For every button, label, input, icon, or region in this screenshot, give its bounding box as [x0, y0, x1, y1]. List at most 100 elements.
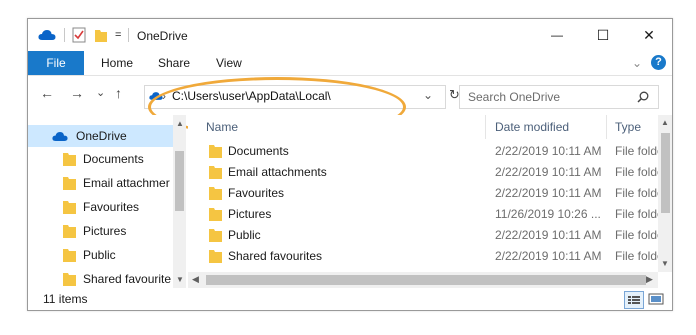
nav-item-label: Documents	[83, 152, 144, 166]
nav-item-shared-favourites[interactable]: Shared favourite	[28, 268, 173, 288]
column-divider[interactable]	[606, 115, 607, 139]
properties-checkbox-icon[interactable]	[72, 27, 86, 43]
folder-icon	[209, 145, 222, 158]
file-name: Pictures	[228, 207, 272, 221]
file-row[interactable]: Documents 2/22/2019 10:11 AM File folder	[188, 141, 668, 162]
column-divider[interactable]	[485, 115, 486, 139]
tab-share[interactable]: Share	[158, 56, 190, 70]
file-row[interactable]: Pictures 11/26/2019 10:26 ... File folde…	[188, 204, 668, 225]
search-icon[interactable]	[637, 91, 649, 103]
nav-item-onedrive[interactable]: OneDrive	[28, 125, 173, 147]
file-list: Name Date modified Type Documents 2/22/2…	[188, 115, 672, 288]
large-icons-view-icon	[648, 293, 664, 305]
file-name: Documents	[228, 144, 289, 158]
file-row[interactable]: Shared favourites 2/22/2019 10:11 AM Fil…	[188, 246, 668, 267]
item-count: 11 items	[43, 292, 88, 306]
nav-item-pictures[interactable]: Pictures	[28, 220, 173, 242]
content-scrollbar-thumb[interactable]	[661, 133, 670, 213]
navigation-pane: OneDrive Documents Email attachmer Favou…	[28, 115, 186, 288]
details-view-button[interactable]	[624, 291, 644, 309]
nav-item-public[interactable]: Public	[28, 244, 173, 266]
file-name: Public	[228, 228, 261, 242]
file-date: 2/22/2019 10:11 AM	[495, 144, 602, 158]
tab-home[interactable]: Home	[101, 56, 133, 70]
horizontal-scrollbar-thumb[interactable]	[206, 275, 646, 285]
nav-item-label: Shared favourite	[83, 272, 172, 286]
column-header-date[interactable]: Date modified	[495, 115, 569, 139]
file-date: 2/22/2019 10:11 AM	[495, 249, 602, 263]
scroll-up-icon[interactable]: ▲	[661, 118, 669, 127]
nav-item-label: Favourites	[83, 200, 140, 214]
minimize-icon: —	[551, 28, 563, 42]
forward-arrow-icon: →	[70, 85, 84, 101]
scroll-left-icon[interactable]: ◀	[192, 274, 199, 285]
folder-icon	[209, 208, 222, 221]
quick-access-dropdown[interactable]: =	[115, 27, 121, 43]
file-date: 11/26/2019 10:26 ...	[495, 207, 601, 221]
ribbon-tabs: File Home Share View ⌄ ?	[28, 51, 672, 76]
ribbon-expand-chevron-icon[interactable]: ⌄	[632, 56, 642, 70]
title-separator	[64, 28, 65, 42]
folder-icon	[209, 187, 222, 200]
nav-item-label: Pictures	[83, 224, 127, 238]
search-box[interactable]: Search OneDrive	[459, 85, 659, 109]
nav-item-email-attachments[interactable]: Email attachmer	[28, 172, 173, 194]
nav-item-favourites[interactable]: Favourites	[28, 196, 173, 218]
folder-icon	[63, 249, 76, 262]
nav-scrollbar-thumb[interactable]	[175, 151, 184, 211]
folder-icon	[63, 201, 76, 214]
folder-icon	[63, 177, 76, 190]
breadcrumb-separator-icon: ›	[162, 89, 166, 103]
tab-view[interactable]: View	[216, 56, 242, 70]
address-bar[interactable]: › C:\Users\user\AppData\Local\ ⌄	[144, 85, 446, 109]
file-row[interactable]: Email attachments 2/22/2019 10:11 AM Fil…	[188, 162, 668, 183]
folder-icon	[209, 250, 222, 263]
folder-icon	[63, 273, 76, 286]
file-name: Email attachments	[228, 165, 327, 179]
folder-icon	[209, 229, 222, 242]
explorer-window: = OneDrive — ☐ ✕ File Home Share View ⌄ …	[27, 18, 673, 311]
content-vertical-scrollbar[interactable]: ▲ ▼	[658, 115, 672, 272]
column-header-name[interactable]: Name	[206, 115, 238, 139]
up-arrow-icon: ↑	[115, 85, 122, 101]
file-date: 2/22/2019 10:11 AM	[495, 228, 602, 242]
column-header-type[interactable]: Type	[615, 115, 641, 139]
scroll-down-icon[interactable]: ▼	[661, 259, 669, 268]
folder-icon	[209, 166, 222, 179]
large-icons-view-button[interactable]	[647, 291, 665, 307]
status-bar: 11 items	[28, 289, 672, 310]
file-row[interactable]: Public 2/22/2019 10:11 AM File folder	[188, 225, 668, 246]
title-bar: = OneDrive — ☐ ✕	[28, 19, 672, 51]
back-button[interactable]: ←	[40, 85, 54, 101]
address-path-input[interactable]: C:\Users\user\AppData\Local\	[172, 89, 331, 103]
minimize-button[interactable]: —	[534, 19, 580, 51]
onedrive-cloud-icon	[52, 131, 68, 141]
new-folder-icon[interactable]	[94, 27, 108, 43]
help-icon[interactable]: ?	[651, 55, 666, 70]
column-header-label: Name	[206, 120, 239, 134]
file-date: 2/22/2019 10:11 AM	[495, 165, 602, 179]
scroll-up-icon[interactable]: ▲	[176, 119, 184, 128]
recent-locations-button[interactable]: ⌄	[96, 85, 105, 101]
forward-button[interactable]: →	[70, 85, 84, 101]
file-row[interactable]: Favourites 2/22/2019 10:11 AM File folde…	[188, 183, 668, 204]
scroll-down-icon[interactable]: ▼	[176, 275, 184, 284]
address-dropdown-icon[interactable]: ⌄	[423, 88, 433, 102]
up-button[interactable]: ↑	[115, 85, 122, 101]
nav-scrollbar[interactable]: ▲ ▼	[173, 115, 186, 288]
nav-item-label: Public	[83, 248, 116, 262]
maximize-icon: ☐	[596, 26, 610, 43]
onedrive-cloud-icon	[149, 92, 163, 100]
maximize-button[interactable]: ☐	[580, 19, 626, 51]
nav-item-documents[interactable]: Documents	[28, 148, 173, 170]
column-header-label: Type	[615, 120, 642, 134]
chevron-down-icon: ⌄	[96, 87, 106, 99]
search-input[interactable]: Search OneDrive	[468, 90, 560, 104]
folder-icon	[63, 225, 76, 238]
column-header-label: Date modified	[495, 120, 570, 134]
content-horizontal-scrollbar[interactable]: ◀ ▶	[188, 272, 658, 288]
close-icon: ✕	[643, 26, 655, 43]
scroll-right-icon[interactable]: ▶	[646, 274, 653, 285]
tab-file[interactable]: File	[28, 51, 84, 75]
close-button[interactable]: ✕	[626, 19, 672, 51]
